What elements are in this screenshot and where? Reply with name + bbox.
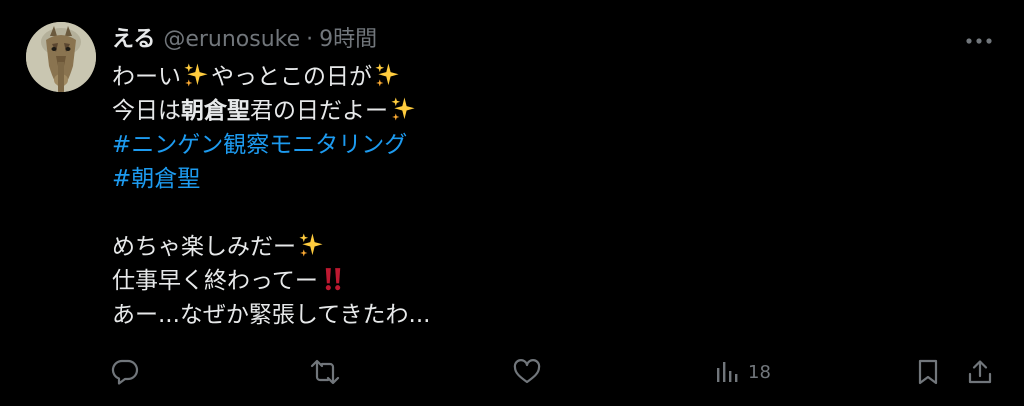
tweet-line-1: わーい やっとこの日が <box>112 60 972 94</box>
text-segment: 今日は <box>112 98 181 124</box>
reply-button[interactable] <box>110 358 140 386</box>
bookmark-icon <box>918 359 938 385</box>
tweet-line-7: あー...なぜか緊張してきたわ... <box>112 298 972 332</box>
header-separator: · <box>306 27 314 52</box>
bookmark-button[interactable] <box>914 358 942 386</box>
text-segment: 仕事早く終わってー <box>112 268 318 294</box>
tweet-action-bar: 18 <box>0 352 1024 392</box>
heart-icon <box>513 359 541 384</box>
user-handle[interactable]: @erunosuke <box>163 24 300 56</box>
reply-icon <box>111 359 139 385</box>
like-button[interactable] <box>512 358 542 386</box>
tweet-line-3: #ニンゲン観察モニタリング <box>112 128 972 162</box>
sparkles-icon <box>391 97 415 121</box>
text-segment: 君の日だよー <box>250 98 388 124</box>
text-segment: やっとこの日が <box>211 64 372 90</box>
repost-icon <box>310 359 340 385</box>
tweet-line-5: めちゃ楽しみだー <box>112 230 972 264</box>
giraffe-avatar-image <box>26 22 96 92</box>
tweet-line-2: 今日は朝倉聖君の日だよー <box>112 94 972 128</box>
bold-name: 朝倉聖 <box>181 98 250 124</box>
views-chart-icon <box>717 362 738 382</box>
hashtag-link[interactable]: #朝倉聖 <box>112 166 200 192</box>
text-segment: わーい <box>112 64 181 90</box>
double-exclamation-icon <box>325 268 341 291</box>
hashtag-link[interactable]: #ニンゲン観察モニタリング <box>112 132 407 158</box>
sparkles-icon <box>299 233 323 257</box>
text-segment: あー...なぜか緊張してきたわ... <box>112 302 431 328</box>
more-dots-icon <box>966 38 992 44</box>
share-icon <box>968 360 992 384</box>
tweet-text: わーい やっとこの日が 今日は朝倉聖君の日だよー #ニンゲン観察モニタリング #朝… <box>112 60 972 332</box>
sparkles-icon <box>184 63 208 87</box>
repost-button[interactable] <box>308 358 342 386</box>
tweet-card[interactable]: える @erunosuke · 9時間 わーい やっとこの日が 今日は朝倉聖君の日… <box>0 0 1024 406</box>
sparkles-icon <box>375 63 399 87</box>
text-segment: めちゃ楽しみだー <box>112 234 296 260</box>
avatar[interactable] <box>26 22 96 92</box>
tweet-line-6: 仕事早く終わってー <box>112 264 972 298</box>
tweet-header: える @erunosuke · 9時間 <box>112 24 377 56</box>
share-button[interactable] <box>966 358 994 386</box>
timestamp[interactable]: 9時間 <box>319 24 377 56</box>
views-button[interactable]: 18 <box>714 358 771 386</box>
display-name[interactable]: える <box>112 24 155 56</box>
tweet-line-4: #朝倉聖 <box>112 162 972 196</box>
views-count: 18 <box>748 361 771 383</box>
more-options-button[interactable] <box>962 26 996 56</box>
